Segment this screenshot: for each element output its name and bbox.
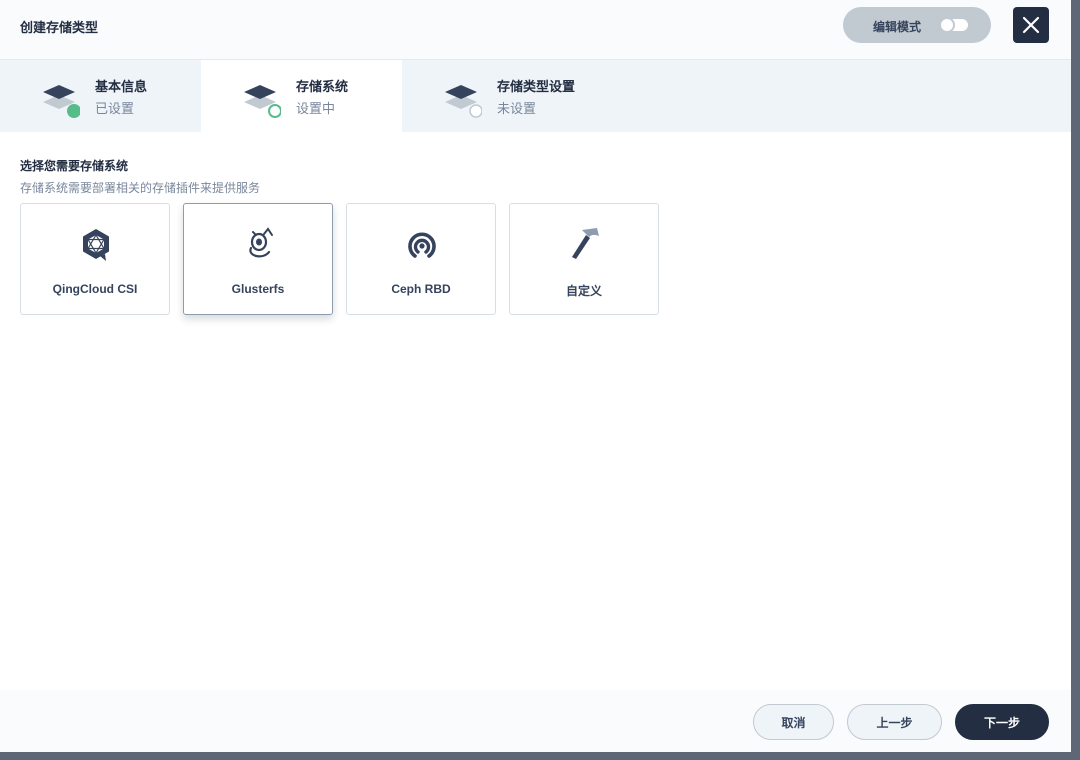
step-storage-system[interactable]: 存储系统 设置中 bbox=[201, 60, 402, 132]
ceph-icon bbox=[408, 232, 436, 258]
modal-header: 创建存储类型 编辑模式 bbox=[0, 0, 1071, 60]
card-label: QingCloud CSI bbox=[52, 282, 138, 296]
modal-title: 创建存储类型 bbox=[20, 20, 99, 35]
step-basic-info[interactable]: 基本信息 已设置 bbox=[0, 60, 201, 132]
step-title: 存储类型设置 bbox=[497, 79, 576, 94]
card-label: Glusterfs bbox=[231, 282, 285, 296]
card-custom[interactable]: 自定义 bbox=[509, 203, 659, 315]
toggle-switch bbox=[939, 17, 968, 33]
cancel-button[interactable]: 取消 bbox=[753, 704, 834, 740]
next-step-button[interactable]: 下一步 bbox=[955, 704, 1049, 740]
qingcloud-icon bbox=[83, 229, 109, 261]
previous-step-button[interactable]: 上一步 bbox=[847, 704, 942, 740]
section-description: 存储系统需要部署相关的存储插件来提供服务 bbox=[20, 181, 261, 195]
storage-system-list: QingCloud CSI Glusterfs Ceph RBD 自定义 bbox=[20, 203, 659, 315]
step-title: 存储系统 bbox=[296, 79, 349, 94]
step-storage-class-settings[interactable]: 存储类型设置 未设置 bbox=[402, 60, 603, 132]
step-status: 未设置 bbox=[497, 101, 537, 116]
edit-mode-toggle[interactable]: 编辑模式 bbox=[843, 7, 991, 43]
close-button[interactable] bbox=[1013, 7, 1049, 43]
section-title: 选择您需要存储系统 bbox=[20, 159, 129, 173]
hammer-icon bbox=[572, 228, 599, 259]
card-ceph-rbd[interactable]: Ceph RBD bbox=[346, 203, 496, 315]
step-title: 基本信息 bbox=[95, 79, 148, 94]
card-qingcloud-csi[interactable]: QingCloud CSI bbox=[20, 203, 170, 315]
edit-mode-label: 编辑模式 bbox=[873, 20, 922, 34]
card-label: Ceph RBD bbox=[391, 282, 451, 296]
modal-footer: 取消 上一步 下一步 bbox=[0, 690, 1071, 752]
step-status: 已设置 bbox=[95, 101, 135, 116]
step-status: 设置中 bbox=[296, 101, 336, 116]
glusterfs-icon bbox=[249, 227, 273, 258]
step-bar: 基本信息 已设置 存储系统 设置中 存储类型设置 未设置 bbox=[0, 60, 1071, 132]
layers-icon bbox=[43, 85, 80, 118]
layers-icon bbox=[445, 85, 482, 118]
close-icon bbox=[1022, 16, 1040, 34]
create-storage-class-modal: 创建存储类型 编辑模式 基本信息 已设置 存储系统 设置中 存储类型设置 未设置… bbox=[0, 0, 1071, 752]
layers-icon bbox=[244, 85, 281, 118]
card-label: 自定义 bbox=[565, 284, 602, 298]
card-glusterfs[interactable]: Glusterfs bbox=[183, 203, 333, 315]
toggle-knob bbox=[939, 17, 955, 33]
